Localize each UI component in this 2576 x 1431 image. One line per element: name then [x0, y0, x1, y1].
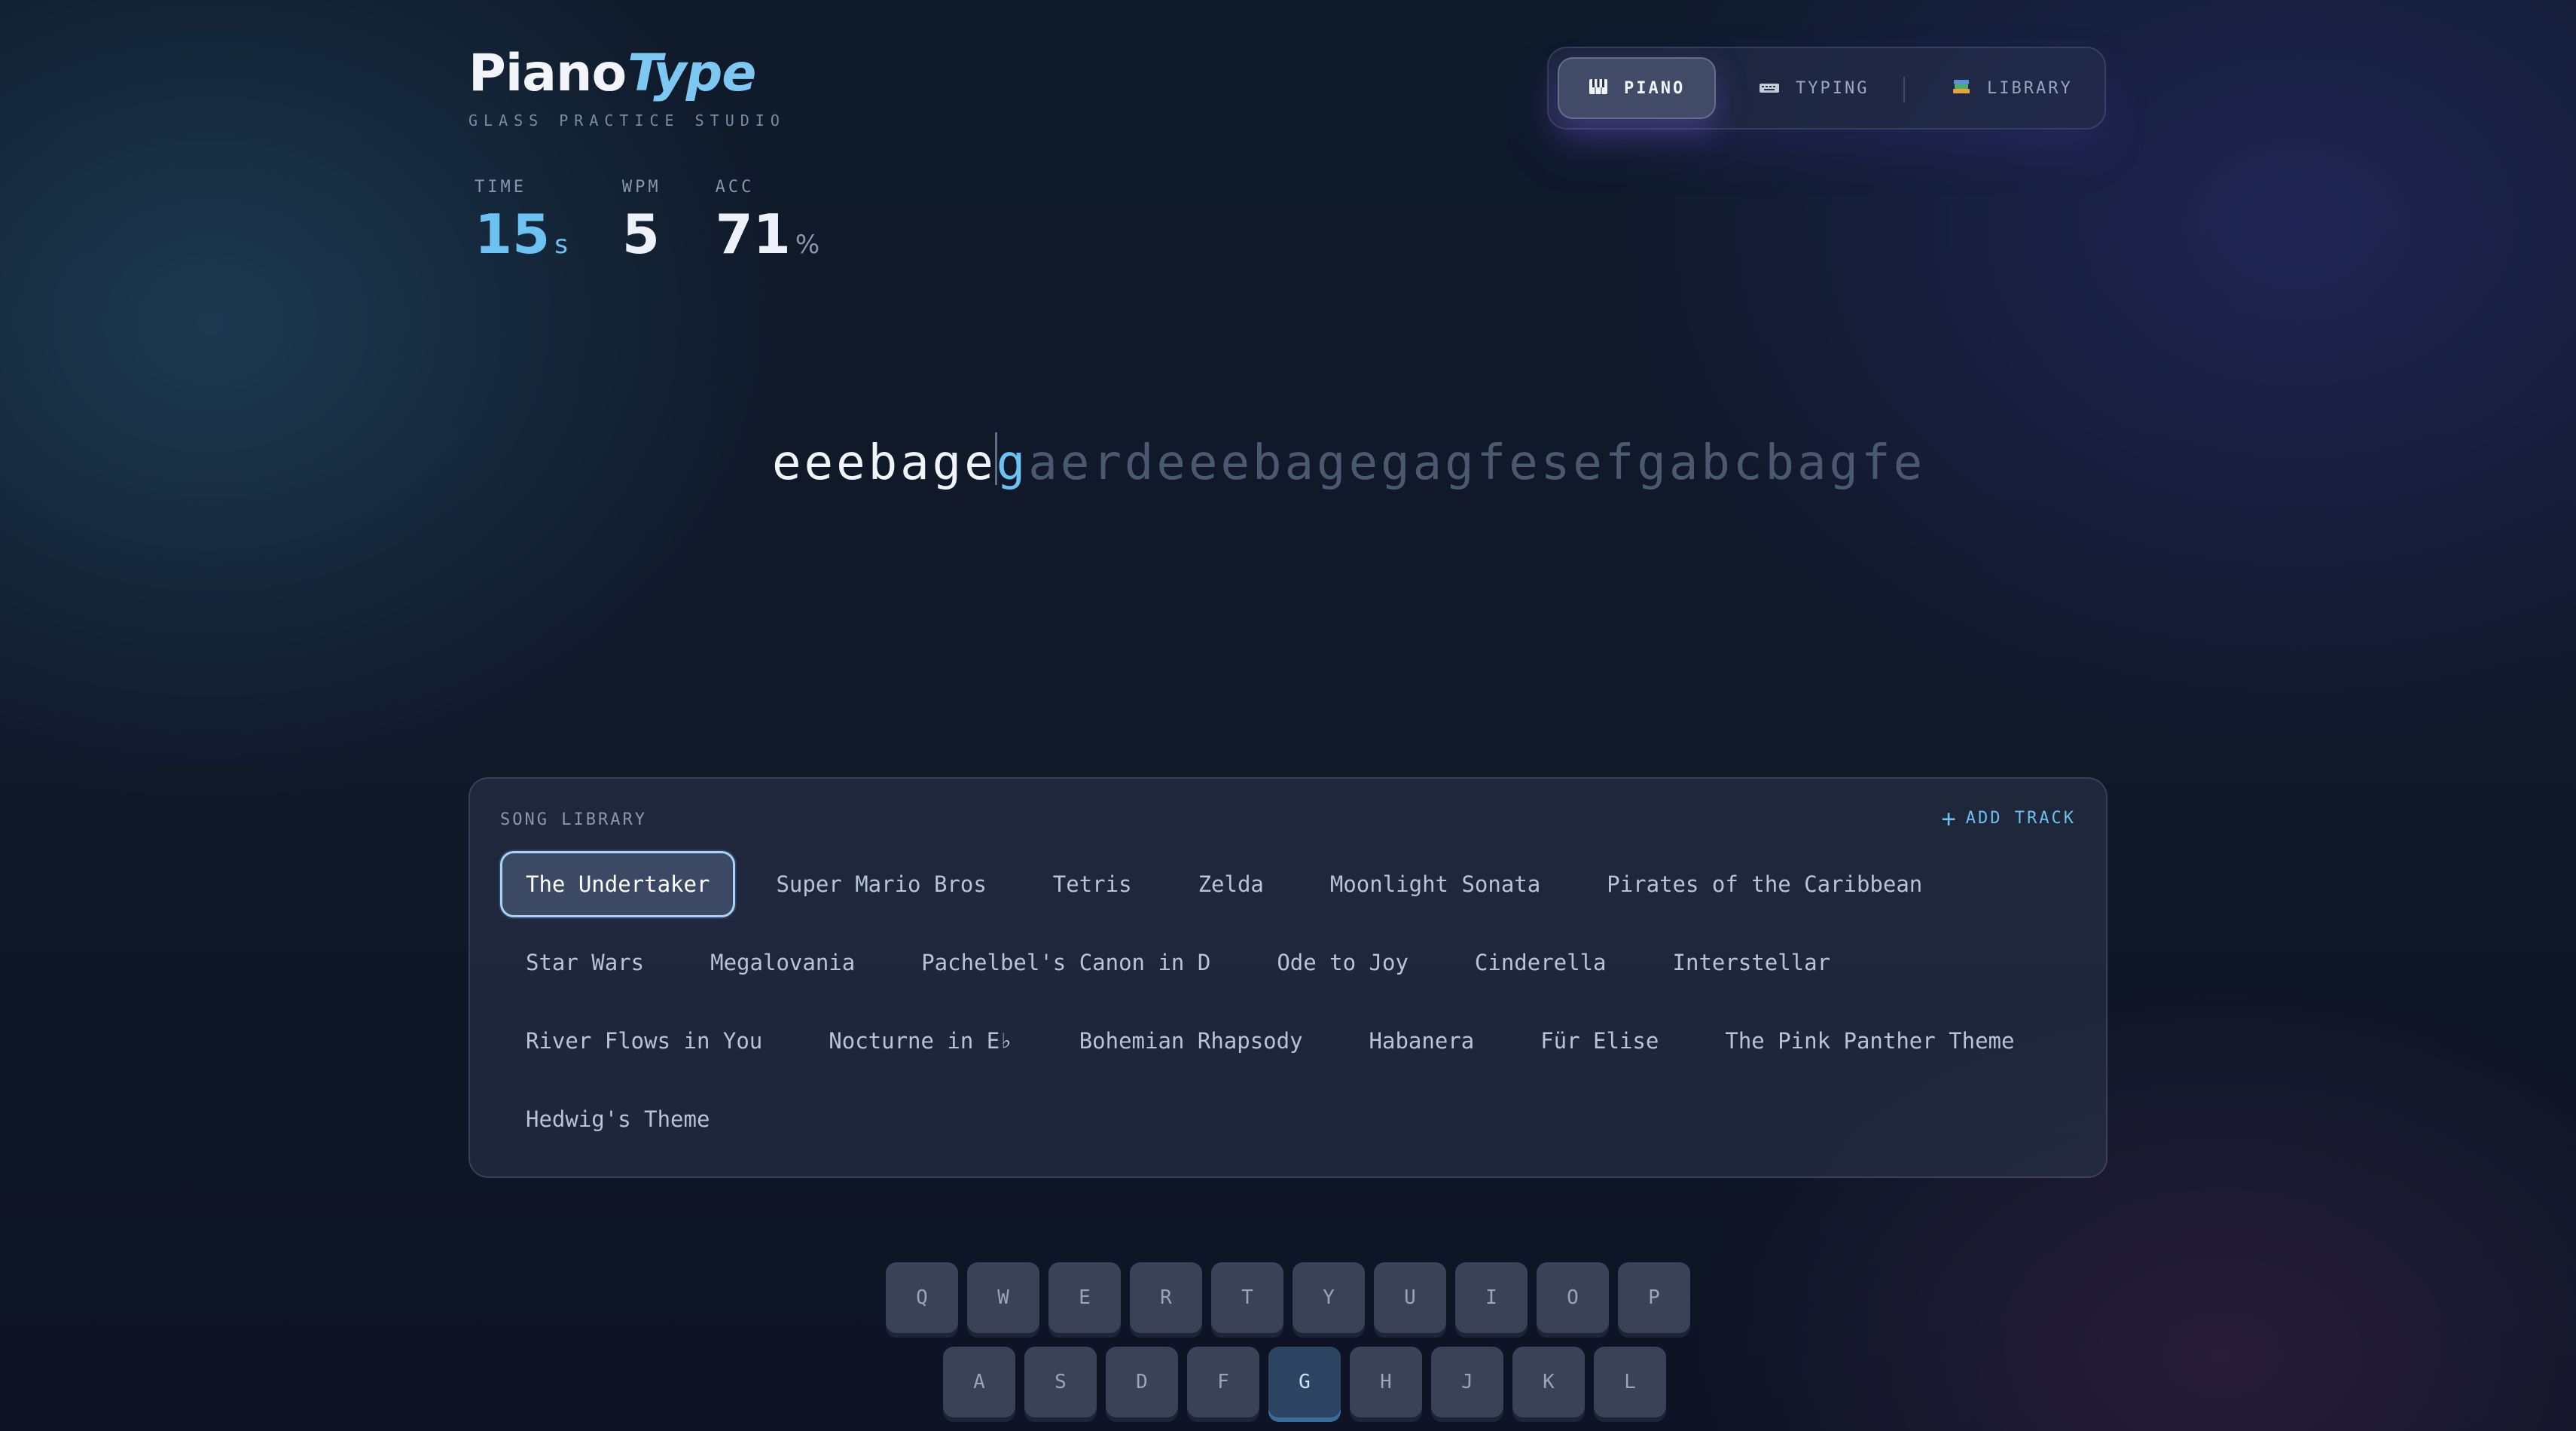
song-list: The Undertaker Super Mario Bros Tetris Z… [500, 851, 2082, 1164]
stat-time-label: TIME [475, 178, 526, 197]
key-d[interactable]: D [1106, 1347, 1178, 1417]
song-chip[interactable]: The Pink Panther Theme [1699, 1008, 2040, 1074]
stat-time-number: 15 [475, 203, 551, 266]
song-chip[interactable]: River Flows in You [500, 1008, 788, 1074]
song-chip[interactable]: Megalovania [685, 929, 881, 996]
nav-divider [1903, 77, 1905, 102]
books-icon [1952, 78, 1970, 98]
brand: Piano Type GLASS PRACTICE STUDIO [469, 44, 786, 130]
key-g[interactable]: G [1268, 1347, 1341, 1417]
stat-wpm-label: WPM [621, 178, 661, 197]
keyboard-icon [1760, 79, 1779, 97]
key-l[interactable]: L [1594, 1347, 1666, 1417]
app-title: Piano Type [469, 44, 786, 104]
song-library-panel: SONG LIBRARY + ADD TRACK The Undertaker … [469, 777, 2107, 1178]
stat-wpm: WPM 5 [622, 178, 661, 275]
nav-piano-label: PIANO [1624, 78, 1686, 98]
plus-icon: + [1941, 804, 1958, 833]
song-row: River Flows in You Nocturne in E♭ Bohemi… [500, 1008, 2082, 1074]
add-track-label: ADD TRACK [1965, 809, 2076, 828]
key-p[interactable]: P [1618, 1262, 1690, 1333]
key-o[interactable]: O [1537, 1262, 1609, 1333]
key-i[interactable]: I [1455, 1262, 1528, 1333]
song-chip[interactable]: Interstellar [1647, 929, 1857, 996]
mode-nav: PIANO TYPING LIBRARY [1547, 47, 2106, 130]
app-subtitle: GLASS PRACTICE STUDIO [469, 111, 786, 130]
keyboard-row-2: A S D F G H J K L [943, 1347, 1675, 1417]
song-chip[interactable]: The Undertaker [500, 851, 736, 917]
stats-bar: TIME 15 s WPM 5 ACC 71% [475, 178, 874, 275]
key-w[interactable]: W [967, 1262, 1039, 1333]
typing-prompt[interactable]: eeebagegaerdeeebagegagfesefgabcbagfe [772, 429, 1925, 497]
song-chip[interactable]: Hedwig's Theme [500, 1086, 735, 1152]
key-j[interactable]: J [1431, 1347, 1503, 1417]
song-row: Hedwig's Theme [500, 1086, 2082, 1152]
song-chip[interactable]: Star Wars [500, 929, 670, 996]
stat-acc-label: ACC [715, 178, 755, 197]
song-chip[interactable]: Pachelbel's Canon in D [896, 929, 1236, 996]
song-chip[interactable]: Für Elise [1515, 1008, 1684, 1074]
stat-wpm-number: 5 [621, 203, 661, 266]
current-char: g [996, 435, 1029, 491]
typed-text: eeebage [772, 435, 997, 491]
nav-piano-button[interactable]: PIANO [1558, 57, 1716, 119]
stat-time-unit: s [554, 230, 568, 260]
song-chip[interactable]: Moonlight Sonata [1305, 851, 1566, 917]
stat-acc-number: 71 [715, 203, 791, 266]
song-chip[interactable]: Pirates of the Caribbean [1581, 851, 1948, 917]
song-chip[interactable]: Super Mario Bros [750, 851, 1012, 917]
stat-wpm-value: 5 [622, 204, 661, 264]
song-library-label: SONG LIBRARY [500, 810, 647, 829]
key-t[interactable]: T [1211, 1262, 1283, 1333]
song-row: Star Wars Megalovania Pachelbel's Canon … [500, 929, 2082, 996]
song-chip[interactable]: Tetris [1027, 851, 1158, 917]
app-title-accent: Type [627, 44, 756, 103]
key-q[interactable]: Q [886, 1262, 958, 1333]
song-row: The Undertaker Super Mario Bros Tetris Z… [500, 851, 2082, 917]
key-f[interactable]: F [1187, 1347, 1259, 1417]
app-title-main: Piano [469, 44, 627, 103]
nav-library-button[interactable]: LIBRARY [1919, 57, 2098, 119]
key-a[interactable]: A [943, 1347, 1015, 1417]
song-chip[interactable]: Nocturne in E♭ [803, 1008, 1038, 1074]
nav-typing-button[interactable]: TYPING [1729, 57, 1895, 119]
song-chip[interactable]: Cinderella [1449, 929, 1632, 996]
song-chip[interactable]: Ode to Joy [1251, 929, 1434, 996]
key-u[interactable]: U [1374, 1262, 1446, 1333]
key-y[interactable]: Y [1293, 1262, 1365, 1333]
stat-acc: ACC 71% [716, 178, 820, 275]
stat-acc-value: 71% [716, 204, 820, 275]
song-chip[interactable]: Zelda [1173, 851, 1290, 917]
key-h[interactable]: H [1350, 1347, 1422, 1417]
keyboard-row-1: Q W E R T Y U I O P [886, 1262, 1699, 1333]
stat-time-value: 15 s [475, 204, 568, 275]
piano-keys-icon [1589, 79, 1607, 97]
pending-text: aerdeeebagegagfesefgabcbagfe [1028, 435, 1926, 491]
key-k[interactable]: K [1512, 1347, 1585, 1417]
nav-typing-label: TYPING [1796, 78, 1869, 98]
app-root: Piano Type GLASS PRACTICE STUDIO PIANO TY… [469, 0, 2107, 1431]
stat-acc-unit: % [795, 230, 820, 260]
add-track-button[interactable]: + ADD TRACK [1941, 804, 2076, 833]
song-chip[interactable]: Habanera [1344, 1008, 1500, 1074]
key-s[interactable]: S [1024, 1347, 1097, 1417]
nav-library-label: LIBRARY [1987, 78, 2073, 98]
stat-time: TIME 15 s [475, 178, 568, 275]
song-chip[interactable]: Bohemian Rhapsody [1054, 1008, 1329, 1074]
key-r[interactable]: R [1130, 1262, 1202, 1333]
key-e[interactable]: E [1048, 1262, 1121, 1333]
